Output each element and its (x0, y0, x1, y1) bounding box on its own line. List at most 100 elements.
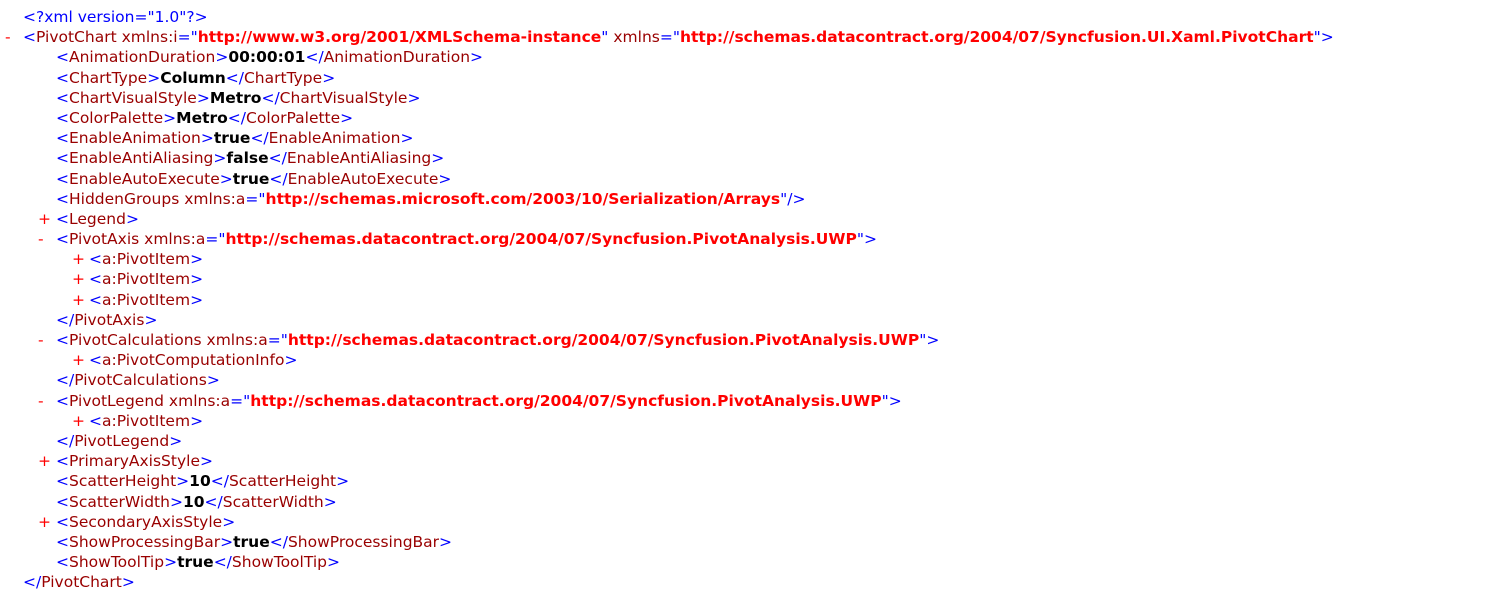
element-value: 00:00:01 (228, 48, 306, 67)
tag-name: ScatterWidth (69, 492, 170, 511)
element-pivot-item: <a:PivotItem> (89, 250, 204, 269)
element-show-tooltip: <ShowToolTip>true</ShowToolTip> (56, 553, 340, 572)
tag-name: ColorPalette (69, 108, 164, 127)
tag-name: EnableAntiAliasing (286, 149, 432, 168)
expand-toggle-pivot-item[interactable]: + (72, 411, 85, 431)
element-animation-duration: <AnimationDuration>00:00:01</AnimationDu… (56, 48, 484, 67)
tag-name: PivotChart (36, 28, 117, 47)
tag-name: PivotChart (41, 573, 122, 592)
element-pivot-item: <a:PivotItem> (89, 270, 204, 289)
tag-name: a:PivotItem (102, 411, 191, 430)
element-value: true (213, 129, 251, 148)
tag-name: ChartType (69, 68, 148, 87)
element-pivot-axis-close: </PivotAxis> (56, 310, 158, 329)
element-pivot-legend-open: <PivotLegend xmlns:a="http://schemas.dat… (56, 391, 902, 410)
collapse-toggle-pivot-axis[interactable]: - (38, 229, 44, 249)
element-pivot-calculations-open: <PivotCalculations xmlns:a="http://schem… (56, 331, 940, 349)
tag-name: ShowProcessingBar (287, 532, 440, 551)
element-enable-anti-aliasing: <EnableAntiAliasing>false</EnableAntiAli… (56, 149, 445, 168)
attr-value: http://www.w3.org/2001/XMLSchema-instanc… (197, 28, 602, 47)
tag-name: SecondaryAxisStyle (69, 512, 223, 531)
element-primary-axis-style: <PrimaryAxisStyle> (56, 452, 213, 471)
attr-name: xmlns:a (168, 391, 231, 410)
tag-name: PivotCalculations (69, 331, 202, 349)
tag-name: ChartType (243, 68, 323, 87)
element-color-palette: <ColorPalette>Metro</ColorPalette> (56, 108, 354, 127)
element-value: 10 (189, 472, 211, 491)
tag-name: AnimationDuration (323, 48, 471, 67)
expand-toggle-pivot-item[interactable]: + (72, 249, 85, 269)
element-pivot-item: <a:PivotItem> (89, 411, 204, 430)
tag-name: EnableAnimation (69, 129, 201, 148)
tag-name: ShowProcessingBar (69, 532, 221, 551)
collapse-toggle-root[interactable]: - (5, 27, 11, 47)
expand-toggle-pivot-item[interactable]: + (72, 269, 85, 289)
element-value: Metro (176, 108, 228, 127)
element-value: true (232, 169, 270, 188)
tag-name: a:PivotItem (102, 270, 191, 289)
element-pivot-computation-info: <a:PivotComputationInfo> (89, 351, 298, 370)
element-legend: <Legend> (56, 209, 139, 228)
expand-toggle-secondary-axis-style[interactable]: + (38, 512, 51, 532)
xml-declaration: <?xml version="1.0"?> (23, 8, 208, 26)
element-value: true (233, 532, 270, 551)
attr-name: xmlns:a (206, 331, 268, 349)
tag-name: AnimationDuration (69, 48, 216, 67)
element-scatter-height: <ScatterHeight>10</ScatterHeight> (56, 472, 350, 491)
attr-value: http://schemas.datacontract.org/2004/07/… (225, 230, 857, 249)
attr-name: xmlns (613, 28, 660, 47)
tag-name: a:PivotComputationInfo (102, 351, 285, 370)
tag-name: ShowToolTip (69, 553, 165, 572)
tag-name: PivotLegend (69, 391, 164, 410)
attr-name: xmlns:i (121, 28, 178, 47)
element-pivot-axis-open: <PivotAxis xmlns:a="http://schemas.datac… (56, 230, 877, 249)
tag-name: PivotAxis (74, 310, 145, 329)
element-secondary-axis-style: <SecondaryAxisStyle> (56, 512, 236, 531)
attr-value: http://schemas.datacontract.org/2004/07/… (287, 331, 920, 349)
tag-name: PivotCalculations (74, 371, 207, 390)
element-pivot-item: <a:PivotItem> (89, 290, 204, 309)
element-hidden-groups: <HiddenGroups xmlns:a="http://schemas.mi… (56, 189, 806, 208)
tag-name: HiddenGroups (69, 189, 180, 208)
tag-name: ChartVisualStyle (69, 88, 197, 107)
element-value: Metro (209, 88, 262, 107)
tag-name: Legend (69, 209, 126, 228)
tag-name: ColorPalette (246, 108, 341, 127)
expand-toggle-pivot-item[interactable]: + (72, 290, 85, 310)
tag-name: ScatterWidth (222, 492, 324, 511)
element-chart-type: <ChartType>Column</ChartType> (56, 68, 336, 87)
tag-name: PivotAxis (69, 230, 140, 249)
tag-name: ScatterHeight (228, 472, 337, 491)
attr-name: xmlns:a (184, 189, 246, 208)
element-pivot-legend-close: </PivotLegend> (56, 431, 183, 450)
tag-name: PivotLegend (74, 431, 170, 450)
element-chart-visual-style: <ChartVisualStyle>Metro</ChartVisualStyl… (56, 88, 421, 107)
element-value: true (177, 553, 214, 572)
element-pivot-calculations-close: </PivotCalculations> (56, 371, 220, 390)
element-enable-auto-execute: <EnableAutoExecute>true</EnableAutoExecu… (56, 169, 452, 188)
element-show-processing-bar: <ShowProcessingBar>true</ShowProcessingB… (56, 532, 453, 551)
collapse-toggle-pivot-legend[interactable]: - (38, 391, 44, 411)
expand-toggle-primary-axis-style[interactable]: + (38, 451, 51, 471)
root-open-tag: <PivotChart xmlns:i="http://www.w3.org/2… (23, 28, 1334, 47)
tag-name: EnableAntiAliasing (69, 149, 214, 168)
collapse-toggle-pivot-calculations[interactable]: - (38, 330, 44, 350)
tag-name: EnableAnimation (268, 129, 401, 148)
attr-value: http://schemas.datacontract.org/2004/07/… (679, 28, 1314, 47)
attr-value: http://schemas.microsoft.com/2003/10/Ser… (265, 189, 781, 208)
element-value: 10 (182, 492, 205, 511)
expand-toggle-pivot-computation-info[interactable]: + (72, 350, 85, 370)
element-enable-animation: <EnableAnimation>true</EnableAnimation> (56, 129, 414, 148)
tag-name: ChartVisualStyle (279, 88, 408, 107)
attr-name: xmlns:a (144, 230, 206, 249)
tag-name: a:PivotItem (102, 290, 191, 309)
element-value: Column (160, 68, 226, 87)
attr-value: http://schemas.datacontract.org/2004/07/… (250, 391, 882, 410)
expand-toggle-legend[interactable]: + (38, 209, 51, 229)
root-close-tag: </PivotChart> (23, 573, 135, 592)
tag-name: EnableAutoExecute (69, 169, 220, 188)
tag-name: EnableAutoExecute (287, 169, 439, 188)
tag-name: a:PivotItem (102, 250, 191, 269)
tag-name: PrimaryAxisStyle (69, 452, 200, 471)
tag-name: ShowToolTip (231, 553, 327, 572)
